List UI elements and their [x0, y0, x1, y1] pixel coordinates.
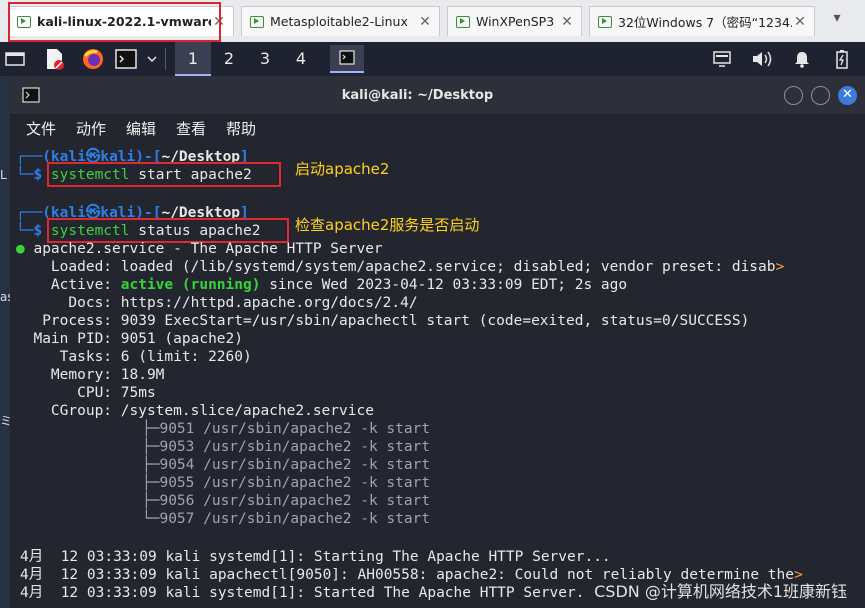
cgroup-process: ├─9056 /usr/sbin/apache2 -k start — [142, 493, 431, 509]
vm-tab-kali[interactable]: kali-linux-2022.1-vmware... ✕ — [8, 6, 234, 36]
desktop-background: L as ミ — [0, 76, 14, 608]
vm-tab-label: kali-linux-2022.1-vmware... — [37, 14, 211, 29]
status-loaded: Loaded: loaded (/lib/systemd/system/apac… — [50, 259, 785, 275]
maximize-button[interactable] — [811, 86, 830, 105]
menu-view[interactable]: 查看 — [176, 118, 206, 139]
status-unit-line: ● apache2.service - The Apache HTTP Serv… — [16, 241, 383, 257]
menu-edit[interactable]: 编辑 — [126, 118, 156, 139]
terminal-menubar: 文件 动作 编辑 查看 帮助 — [10, 114, 865, 144]
vm-tab-label: WinXPenSP3 — [476, 14, 555, 29]
annotation-check-status: 检查apache2服务是否启动 — [295, 216, 480, 234]
cgroup-process: ├─9051 /usr/sbin/apache2 -k start — [142, 421, 431, 437]
cgroup-process: └─9057 /usr/sbin/apache2 -k start — [142, 511, 431, 527]
terminal-window: kali@kali: ~/Desktop ✕ 文件 动作 编辑 查看 帮助 ┌─… — [10, 76, 865, 608]
desktop-icon[interactable] — [2, 42, 28, 76]
close-icon[interactable]: ✕ — [559, 14, 575, 30]
log-line: 4月 12 03:33:09 kali systemd[1]: Started … — [20, 585, 585, 601]
vm-tab-label: 32位Windows 7（密码“1234... — [618, 15, 792, 30]
notification-bell-icon[interactable] — [790, 42, 814, 76]
menu-file[interactable]: 文件 — [26, 118, 56, 139]
minimize-button[interactable] — [784, 86, 803, 105]
status-memory: Memory: 18.9M — [50, 367, 165, 383]
cgroup-process: ├─9054 /usr/sbin/apache2 -k start — [142, 457, 431, 473]
vm-running-icon — [17, 15, 31, 28]
status-process: Process: 9039 ExecStart=/usr/sbin/apache… — [42, 313, 750, 329]
workspace-2[interactable]: 2 — [211, 42, 247, 76]
volume-icon[interactable] — [750, 42, 774, 76]
firefox-icon[interactable] — [80, 42, 106, 76]
vmware-tab-bar: kali-linux-2022.1-vmware... ✕ Metasploit… — [0, 0, 865, 42]
status-docs: Docs: https://httpd.apache.org/docs/2.4/ — [68, 295, 418, 311]
cgroup-process: ├─9055 /usr/sbin/apache2 -k start — [142, 475, 431, 491]
display-icon[interactable] — [710, 42, 734, 76]
vm-tab-win7[interactable]: 32位Windows 7（密码“1234... ✕ — [589, 6, 815, 36]
cgroup-process: ├─9053 /usr/sbin/apache2 -k start — [142, 439, 431, 455]
file-manager-icon[interactable] — [42, 42, 68, 76]
desktop-text-fragment: L — [0, 168, 7, 182]
taskbar-terminal-window[interactable] — [330, 45, 364, 73]
close-icon[interactable]: ✕ — [417, 14, 433, 30]
terminal-launcher-icon[interactable] — [113, 42, 139, 76]
vm-tab-metasploitable[interactable]: Metasploitable2-Linux ✕ — [241, 6, 440, 36]
status-tasks: Tasks: 6 (limit: 2260) — [59, 349, 252, 365]
tab-list-chevron-icon[interactable]: ▾ — [822, 10, 852, 32]
workspace-3[interactable]: 3 — [247, 42, 283, 76]
vm-tab-label: Metasploitable2-Linux — [270, 14, 408, 29]
workspace-1[interactable]: 1 — [175, 42, 211, 76]
kali-top-panel: 1 2 3 4 — [0, 42, 865, 76]
terminal-output[interactable]: ┌──(kali㉿kali)-[~/Desktop] └─$ systemctl… — [10, 144, 865, 608]
vm-running-icon — [456, 15, 470, 28]
status-active: Active: active (running) since Wed 2023-… — [50, 277, 628, 293]
vm-running-icon — [250, 15, 264, 28]
menu-actions[interactable]: 动作 — [76, 118, 106, 139]
close-button[interactable]: ✕ — [838, 86, 857, 105]
menu-help[interactable]: 帮助 — [226, 118, 256, 139]
terminal-title: kali@kali: ~/Desktop — [341, 88, 494, 103]
workspace-4[interactable]: 4 — [283, 42, 319, 76]
command-highlight-box — [47, 162, 281, 187]
log-line: 4月 12 03:33:09 kali systemd[1]: Starting… — [20, 549, 611, 565]
chevron-down-icon[interactable] — [143, 42, 161, 76]
vm-tab-winxp[interactable]: WinXPenSP3 ✕ — [447, 6, 582, 36]
panel-separator — [165, 48, 166, 70]
vm-running-icon — [598, 15, 612, 28]
status-main-pid: Main PID: 9051 (apache2) — [33, 331, 243, 347]
close-icon[interactable]: ✕ — [211, 14, 227, 30]
csdn-watermark: CSDN @计算机网络技术1班康新钰 — [594, 582, 847, 601]
terminal-titlebar[interactable]: kali@kali: ~/Desktop ✕ — [10, 76, 865, 114]
close-icon[interactable]: ✕ — [792, 14, 808, 30]
battery-icon[interactable] — [830, 42, 854, 76]
status-cpu: CPU: 75ms — [77, 385, 156, 401]
status-cgroup: CGroup: /system.slice/apache2.service — [50, 403, 374, 419]
annotation-start-apache: 启动apache2 — [295, 160, 390, 178]
